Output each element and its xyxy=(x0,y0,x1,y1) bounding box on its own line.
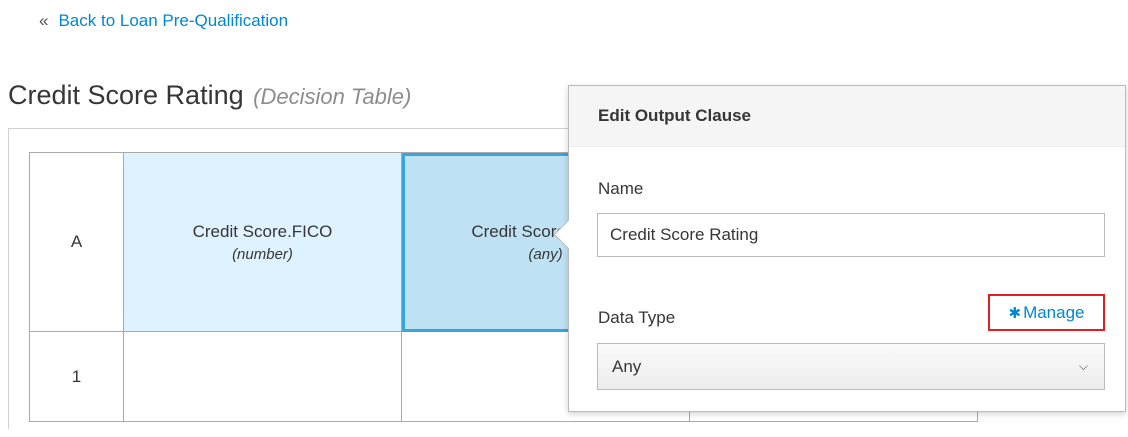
edit-output-clause-popover: Edit Output Clause Name Data Type ✱ Mana… xyxy=(553,85,1126,412)
data-type-label: Data Type xyxy=(598,308,676,327)
row-number-cell[interactable]: 1 xyxy=(29,331,124,422)
input-column-header[interactable]: Credit Score.FICO (number) xyxy=(123,152,402,332)
page-subtitle: (Decision Table) xyxy=(253,84,412,109)
input-column-type: (number) xyxy=(232,245,293,263)
chevron-down-icon: ⌵ xyxy=(1078,359,1088,373)
row-number: 1 xyxy=(71,366,82,386)
popover-header: Edit Output Clause xyxy=(569,86,1125,147)
double-chevron-left-icon: « xyxy=(39,11,49,30)
input-column-name: Credit Score.FICO xyxy=(192,221,333,241)
data-type-select[interactable]: Any ⌵ xyxy=(597,343,1105,390)
hit-policy-cell[interactable]: A xyxy=(29,152,124,332)
manage-link-label: Manage xyxy=(1023,302,1085,322)
back-link-label: Back to Loan Pre-Qualification xyxy=(58,11,289,30)
page-title: Credit Score Rating (Decision Table) xyxy=(8,80,411,111)
popover-title: Edit Output Clause xyxy=(598,106,751,125)
back-link[interactable]: « Back to Loan Pre-Qualification xyxy=(39,11,288,31)
data-type-selected-value: Any xyxy=(612,356,642,376)
name-field[interactable] xyxy=(597,213,1105,257)
input-cell[interactable] xyxy=(123,331,402,422)
hit-policy-label: A xyxy=(70,232,83,251)
manage-link[interactable]: ✱ Manage xyxy=(988,294,1105,331)
gear-icon: ✱ xyxy=(1008,304,1022,322)
page-title-text: Credit Score Rating xyxy=(8,80,244,110)
name-label: Name xyxy=(598,179,644,198)
